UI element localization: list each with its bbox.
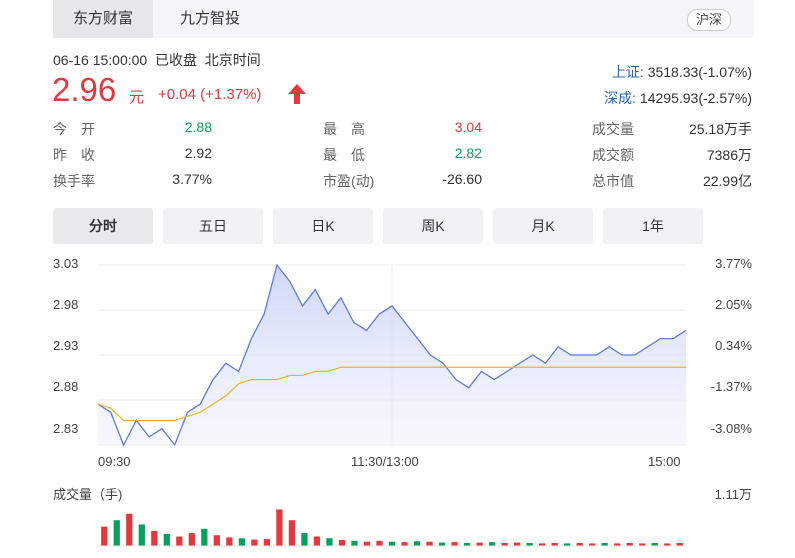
volume-bar	[101, 526, 108, 546]
volume-bar	[226, 537, 233, 546]
volume-bar	[251, 539, 258, 546]
volume-bar	[488, 542, 496, 546]
intraday-chart[interactable]	[0, 0, 795, 558]
volume-bar	[163, 533, 170, 546]
volume-bar	[451, 542, 458, 546]
volume-bar	[213, 535, 220, 546]
volume-bar	[351, 540, 358, 546]
volume-bar	[313, 536, 321, 546]
volume-bar	[438, 542, 446, 546]
volume-bar	[263, 539, 271, 546]
volume-bar	[288, 520, 296, 546]
volume-bar	[376, 540, 383, 546]
volume-bar	[126, 513, 133, 546]
volume-bar	[276, 509, 283, 546]
volume-bar	[201, 528, 208, 546]
volume-bar	[301, 533, 308, 546]
volume-bar	[188, 533, 195, 546]
volume-bar	[476, 542, 483, 546]
volume-bar	[138, 524, 145, 546]
volume-bar	[238, 538, 245, 546]
volume-bar	[426, 541, 433, 546]
volume-bar	[151, 530, 158, 546]
volume-bar	[363, 541, 371, 546]
volume-bar	[413, 541, 421, 546]
volume-bar	[113, 520, 120, 546]
volume-bar	[338, 539, 346, 546]
volume-bar	[176, 536, 183, 546]
volume-bar	[401, 542, 408, 546]
volume-bar	[326, 538, 333, 546]
volume-bar	[388, 541, 396, 546]
volume-bar	[513, 542, 521, 546]
